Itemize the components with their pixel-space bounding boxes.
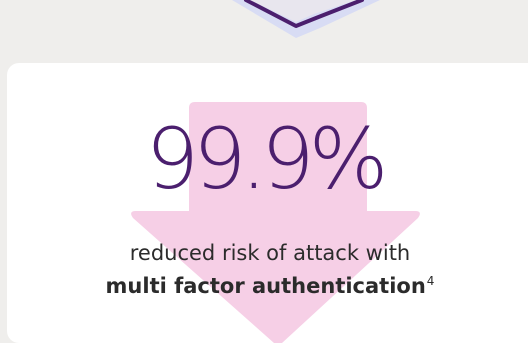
footnote-marker: 4 — [426, 274, 435, 288]
page: { "stat": { "value": "99.9%" }, "descrip… — [0, 0, 528, 343]
stat-description-line2: multi factor authentication4 — [0, 268, 528, 299]
stat-description-emphasis: multi factor authentication — [105, 274, 426, 298]
stat-description-line1: reduced risk of attack with — [129, 241, 411, 265]
shield-icon — [232, 0, 380, 38]
stat-value: 99.9% — [145, 110, 389, 208]
shield-graphic — [0, 0, 528, 60]
